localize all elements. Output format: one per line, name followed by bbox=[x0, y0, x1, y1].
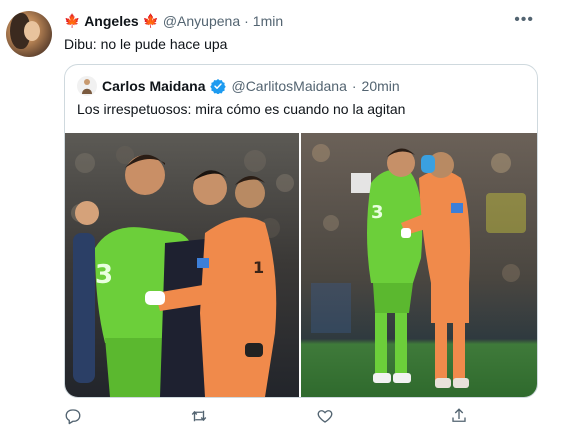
photo-illustration: 3 1 bbox=[65, 133, 299, 397]
jersey-number: 1 bbox=[253, 258, 264, 277]
separator-dot: · bbox=[244, 13, 249, 29]
display-name[interactable]: Angeles bbox=[84, 13, 138, 29]
svg-text:3: 3 bbox=[95, 260, 113, 290]
maple-leaf-icon: 🍁 bbox=[64, 13, 81, 28]
photo-goalkeepers[interactable]: 3 bbox=[301, 133, 537, 397]
user-handle[interactable]: @Anyupena bbox=[163, 13, 240, 29]
verified-badge-icon bbox=[210, 79, 227, 94]
share-icon bbox=[452, 408, 466, 422]
svg-text:3: 3 bbox=[371, 202, 384, 223]
more-options-icon[interactable]: ••• bbox=[514, 11, 534, 29]
retweet-icon bbox=[191, 410, 207, 422]
heart-icon bbox=[317, 410, 333, 423]
quoted-tweet[interactable]: Carlos Maidana @CarlitosMaidana · 20min … bbox=[64, 64, 538, 398]
quoted-avatar[interactable] bbox=[77, 76, 97, 96]
photo-hug-embrace[interactable]: 3 1 bbox=[65, 133, 299, 397]
timestamp[interactable]: 1min bbox=[253, 13, 283, 29]
reply-icon bbox=[65, 409, 81, 425]
like-button[interactable] bbox=[316, 407, 334, 425]
tweet-header: 🍁 Angeles 🍁 @Anyupena · 1min bbox=[64, 13, 283, 29]
avatar[interactable] bbox=[6, 11, 52, 57]
quoted-header: Carlos Maidana @CarlitosMaidana · 20min bbox=[77, 76, 400, 96]
photo-illustration: 3 bbox=[301, 133, 537, 397]
person-icon bbox=[82, 79, 92, 94]
separator-dot: · bbox=[351, 78, 357, 94]
quoted-text: Los irrespetuosos: mira cómo es cuando n… bbox=[77, 101, 406, 117]
share-button[interactable] bbox=[450, 407, 468, 425]
quoted-display-name[interactable]: Carlos Maidana bbox=[102, 78, 205, 94]
tweet-actions bbox=[64, 407, 504, 429]
tweet-text: Dibu: no le pude hace upa bbox=[64, 36, 228, 52]
reply-button[interactable] bbox=[64, 407, 82, 425]
retweet-button[interactable] bbox=[190, 407, 208, 425]
quoted-handle[interactable]: @CarlitosMaidana bbox=[231, 78, 346, 94]
maple-leaf-icon: 🍁 bbox=[142, 13, 159, 28]
quoted-timestamp[interactable]: 20min bbox=[362, 78, 400, 94]
tweet[interactable]: 🍁 Angeles 🍁 @Anyupena · 1min ••• Dibu: n… bbox=[0, 0, 566, 439]
avatar-face bbox=[24, 21, 40, 41]
